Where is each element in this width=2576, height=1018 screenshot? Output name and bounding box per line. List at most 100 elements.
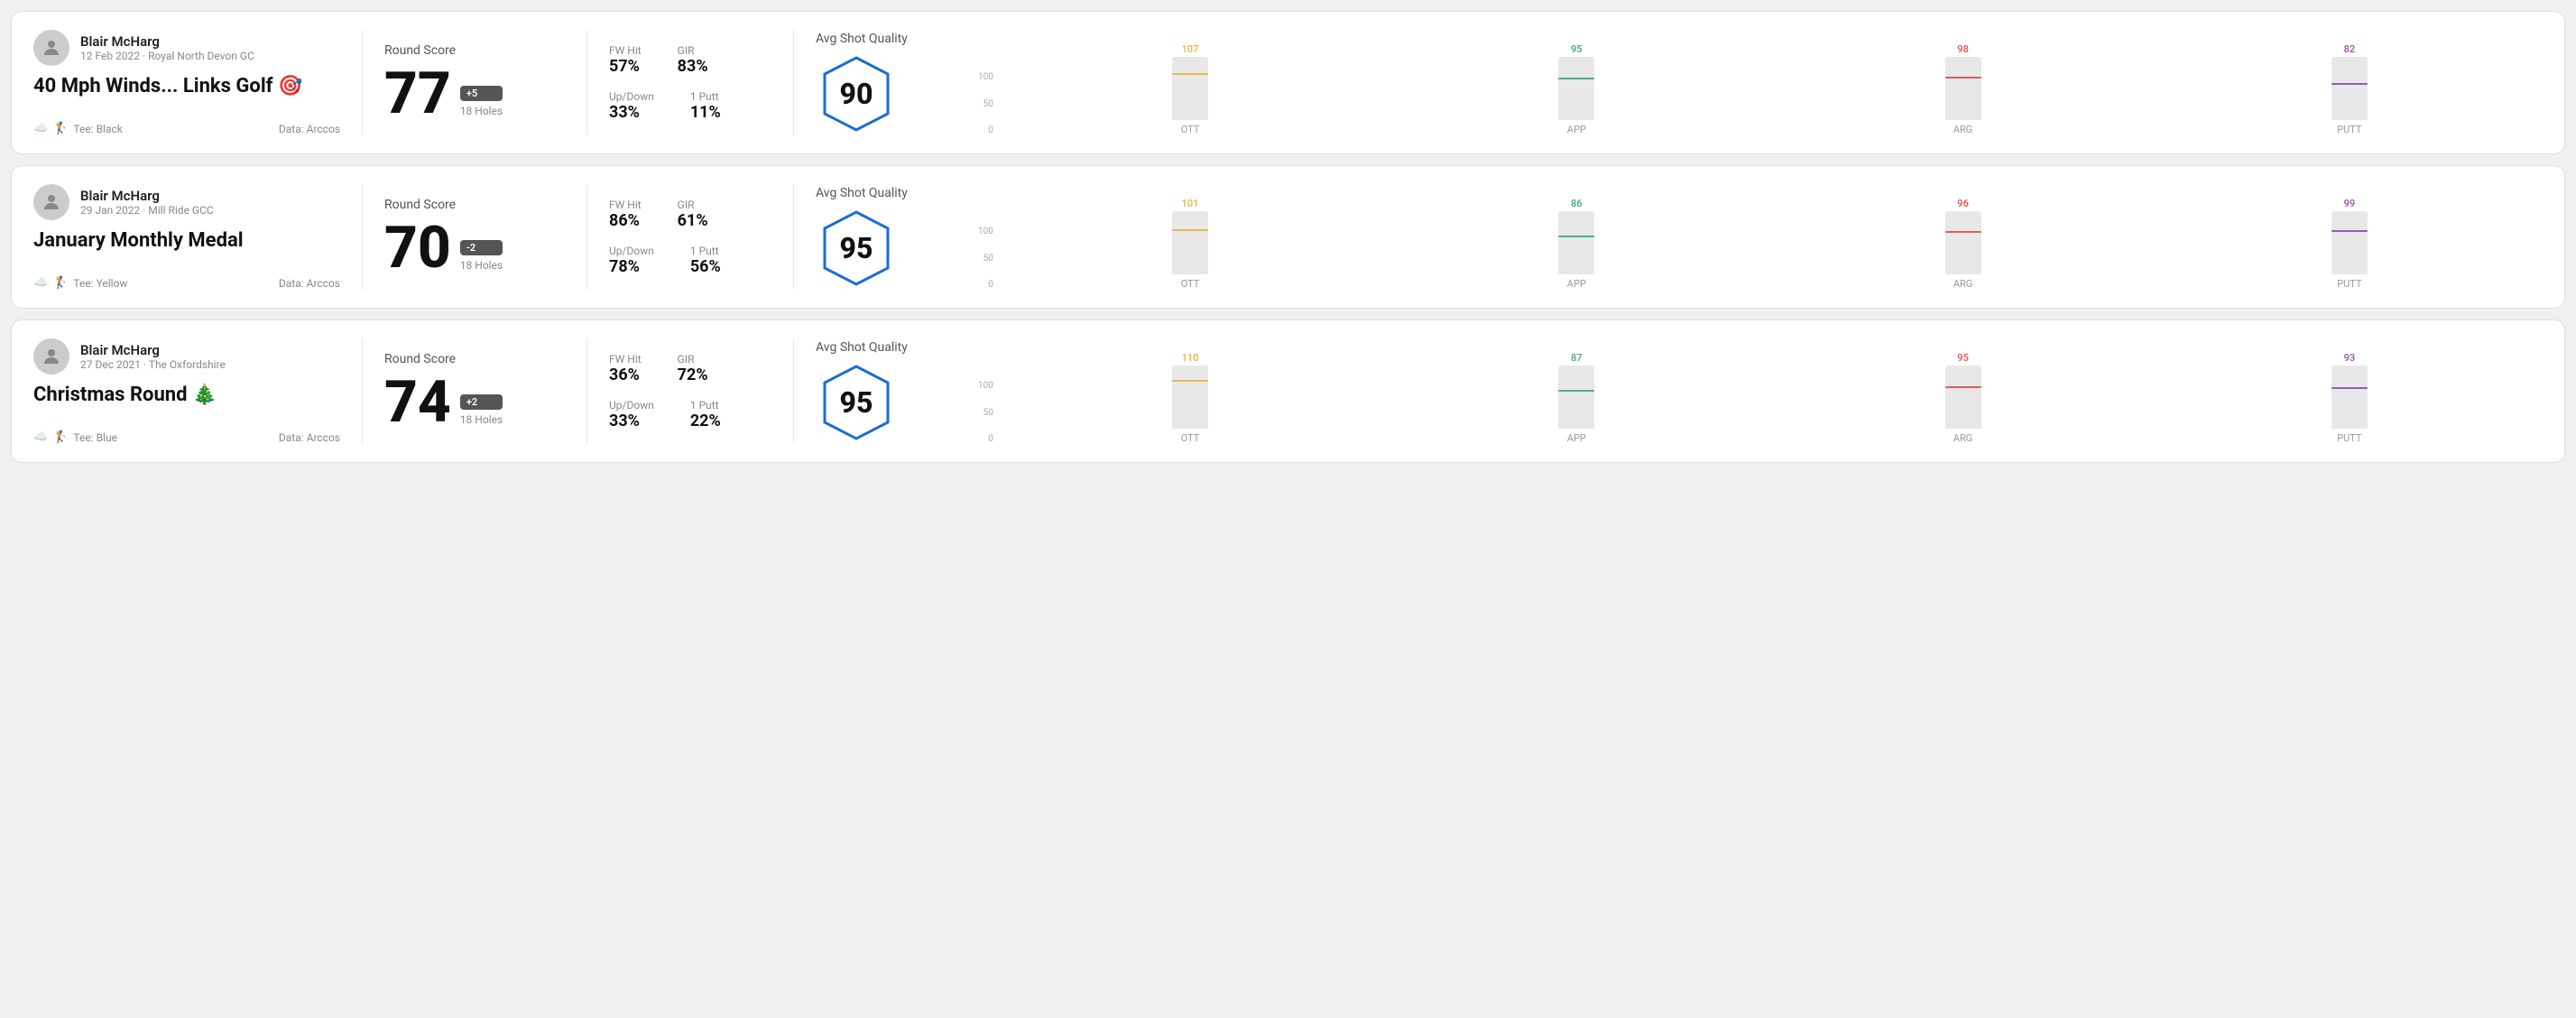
bar-line-ott — [1172, 229, 1208, 232]
bar-bg-arg — [1945, 233, 1981, 274]
oneputt-label-0: 1 Putt — [690, 90, 721, 103]
card-footer-2: ☁️ 🏌 Tee: Blue Data: Arccos — [33, 430, 340, 444]
bar-bg-putt — [2331, 232, 2368, 274]
bar-bg-app — [1558, 79, 1594, 120]
quality-label-1: Avg Shot Quality — [816, 186, 908, 200]
quality-section-0: Avg Shot Quality 90 — [816, 30, 960, 135]
stats-row-top-1: FW Hit 86% GIR 61% — [609, 199, 771, 230]
tee-info-0: ☁️ 🏌 Tee: Black — [33, 122, 123, 135]
axis-label-ott: OTT — [997, 432, 1383, 444]
card-footer-0: ☁️ 🏌 Tee: Black Data: Arccos — [33, 122, 340, 135]
bar-wrapper-ott — [1172, 57, 1208, 120]
user-name-0: Blair McHarg — [80, 33, 254, 50]
hexagon-container-2: 95 — [816, 362, 897, 443]
chart-group-app: 95 — [1383, 43, 1769, 120]
bar-bg-arg — [1945, 79, 1981, 120]
round-card-0: Blair McHarg 12 Feb 2022 · Royal North D… — [11, 11, 2565, 154]
user-row-1: Blair McHarg 29 Jan 2022 · Mill Ride GCC — [33, 184, 340, 220]
bar-line-ott — [1172, 73, 1208, 76]
stat-oneputt-0: 1 Putt 11% — [690, 90, 721, 122]
bar-value-putt: 93 — [2344, 352, 2356, 364]
bar-wrapper-ott — [1172, 211, 1208, 274]
data-source-1: Data: Arccos — [279, 277, 340, 290]
bar-line-putt — [2331, 83, 2368, 86]
divider-3-1 — [793, 184, 794, 290]
updown-value-2: 33% — [609, 412, 654, 430]
chart-group-app: 86 — [1383, 198, 1769, 274]
bar-line-putt — [2331, 230, 2368, 233]
bar-value-arg: 95 — [1957, 352, 1969, 364]
bar-value-ott: 107 — [1182, 43, 1199, 55]
divider-3-0 — [793, 30, 794, 135]
oneputt-value-1: 56% — [690, 257, 721, 276]
bar-wrapper-putt — [2331, 57, 2368, 120]
score-row-1: 70 -2 18 Holes — [384, 219, 565, 277]
avatar-2 — [33, 338, 69, 375]
user-meta-1: 29 Jan 2022 · Mill Ride GCC — [80, 204, 214, 217]
user-icon — [41, 346, 62, 367]
gir-value-1: 61% — [678, 211, 708, 230]
weather-icon-0: ☁️ — [33, 122, 48, 135]
bar-wrapper-putt — [2331, 211, 2368, 274]
bar-bg-ott — [1172, 75, 1208, 120]
bar-line-app — [1558, 78, 1594, 80]
stat-gir-1: GIR 61% — [678, 199, 708, 230]
bar-wrapper-putt — [2331, 366, 2368, 429]
chart-y-axis: 100 50 0 — [978, 381, 997, 444]
stat-updown-0: Up/Down 33% — [609, 90, 654, 122]
data-source-2: Data: Arccos — [279, 431, 340, 444]
hexagon-container-1: 95 — [816, 208, 897, 289]
oneputt-value-0: 11% — [690, 103, 721, 122]
bar-value-putt: 82 — [2344, 43, 2356, 55]
tee-label-0: Tee: Black — [73, 123, 122, 135]
chart-group-putt: 82 — [2156, 43, 2543, 120]
score-section-0: Round Score 77 +5 18 Holes — [384, 30, 565, 135]
user-name-1: Blair McHarg — [80, 188, 214, 204]
card-title-2: Christmas Round 🎄 — [33, 384, 340, 406]
stat-fwhit-1: FW Hit 86% — [609, 199, 642, 230]
axis-label-putt: PUTT — [2156, 124, 2543, 135]
gir-value-2: 72% — [678, 366, 708, 384]
data-source-0: Data: Arccos — [279, 123, 340, 135]
weather-icon-2: ☁️ — [33, 430, 48, 444]
bar-value-app: 86 — [1571, 198, 1583, 209]
stat-fwhit-2: FW Hit 36% — [609, 353, 642, 384]
bag-icon-2: 🏌 — [53, 430, 68, 444]
gir-label-1: GIR — [678, 199, 708, 211]
bar-bg-ott — [1172, 231, 1208, 274]
chart-group-ott: 107 — [997, 43, 1383, 120]
gir-label-2: GIR — [678, 353, 708, 366]
score-number-1: 70 — [384, 219, 451, 277]
score-badge-1: -2 — [460, 240, 503, 255]
bar-bg-arg — [1945, 388, 1981, 429]
bar-line-ott — [1172, 380, 1208, 383]
user-info-1: Blair McHarg 29 Jan 2022 · Mill Ride GCC — [80, 188, 214, 217]
stats-row-bot-0: Up/Down 33% 1 Putt 11% — [609, 90, 771, 122]
score-badge-0: +5 — [460, 86, 503, 101]
bar-bg-putt — [2331, 85, 2368, 120]
bar-bg-app — [1558, 392, 1594, 429]
updown-label-2: Up/Down — [609, 399, 654, 412]
divider-1-0 — [362, 30, 363, 135]
bar-value-ott: 101 — [1182, 198, 1199, 209]
bar-value-arg: 98 — [1957, 43, 1969, 55]
divider-2-1 — [586, 184, 587, 290]
bar-value-app: 87 — [1571, 352, 1583, 364]
stats-section-1: FW Hit 86% GIR 61% Up/Down 78% 1 Putt 56… — [609, 184, 771, 290]
fwhit-label-2: FW Hit — [609, 353, 642, 366]
score-label-0: Round Score — [384, 43, 565, 58]
stats-section-0: FW Hit 57% GIR 83% Up/Down 33% 1 Putt 11… — [609, 30, 771, 135]
quality-section-1: Avg Shot Quality 95 — [816, 184, 960, 290]
stats-row-bot-2: Up/Down 33% 1 Putt 22% — [609, 399, 771, 430]
score-section-2: Round Score 74 +2 18 Holes — [384, 338, 565, 444]
chart-group-arg: 95 — [1769, 352, 2156, 429]
user-icon — [41, 37, 62, 59]
hex-score-0: 90 — [840, 77, 873, 111]
fwhit-value-2: 36% — [609, 366, 642, 384]
gir-value-0: 83% — [678, 57, 708, 76]
score-holes-2: 18 Holes — [460, 413, 503, 426]
bar-wrapper-arg — [1945, 366, 1981, 429]
bar-line-arg — [1945, 77, 1981, 79]
axis-label-arg: ARG — [1769, 124, 2156, 135]
score-number-2: 74 — [384, 374, 451, 431]
